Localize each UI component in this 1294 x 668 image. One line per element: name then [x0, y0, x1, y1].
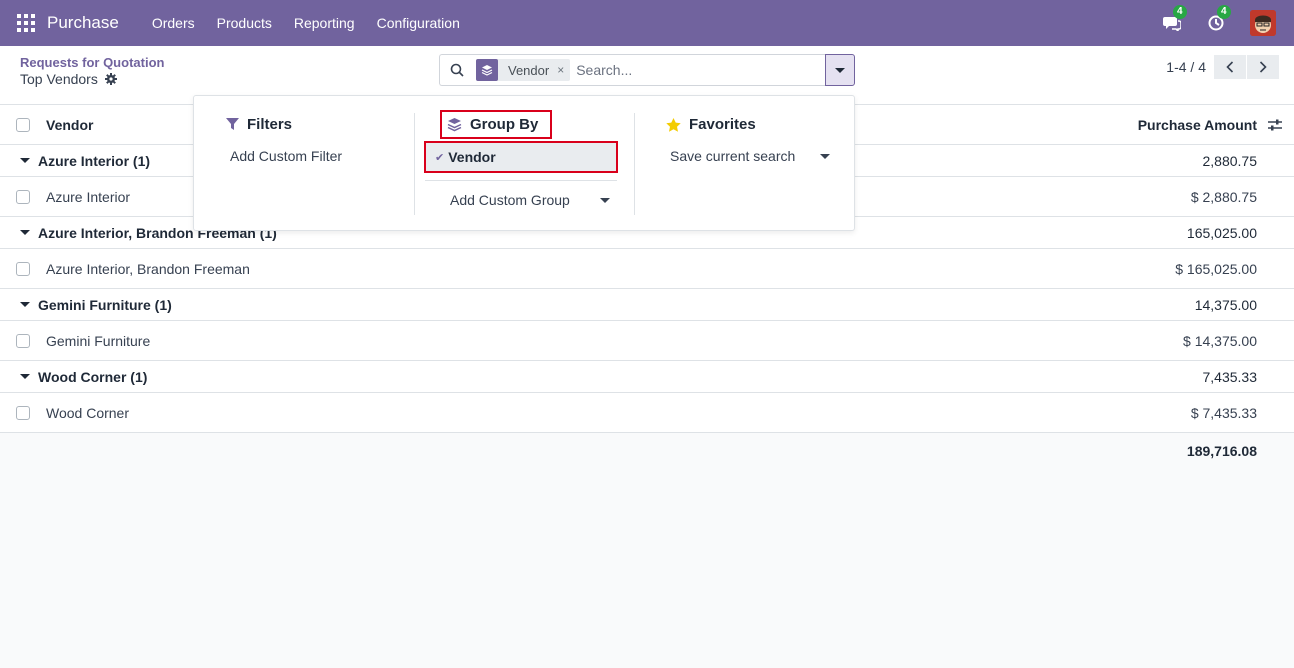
row-checkbox[interactable] — [16, 261, 30, 276]
search-panel-dropdown: Filters Add Custom Filter Group By ✔ Ven… — [193, 95, 855, 231]
pager-previous-button[interactable] — [1214, 55, 1246, 79]
search-input[interactable] — [576, 62, 807, 78]
caret-down-icon — [20, 302, 30, 307]
favorites-section-title: Favorites — [666, 116, 756, 133]
group-by-title: Group By — [470, 116, 539, 133]
cell-vendor: Wood Corner — [46, 404, 130, 421]
cell-purchase-amount: $ 165,025.00 — [1175, 260, 1257, 277]
breadcrumb-parent-link[interactable]: Requests for Quotation — [20, 55, 164, 70]
add-custom-group-label: Add Custom Group — [450, 192, 570, 208]
menu-reporting[interactable]: Reporting — [283, 15, 366, 31]
menu-configuration[interactable]: Configuration — [366, 15, 471, 31]
table-row[interactable]: Wood Corner $ 7,435.33 — [0, 393, 1294, 433]
cell-purchase-amount: $ 14,375.00 — [1183, 332, 1257, 349]
chevron-right-icon — [1259, 61, 1267, 73]
cell-purchase-amount: $ 2,880.75 — [1190, 188, 1257, 205]
grand-total: 189,716.08 — [1186, 443, 1257, 459]
group-total: 165,025.00 — [1186, 224, 1257, 241]
layers-icon — [476, 59, 498, 81]
favorites-title: Favorites — [689, 116, 756, 133]
facet-remove-icon[interactable]: × — [557, 63, 570, 77]
row-checkbox[interactable] — [16, 405, 30, 420]
table-row[interactable]: Gemini Furniture $ 14,375.00 — [0, 321, 1294, 361]
messages-count-badge: 4 — [1173, 5, 1187, 19]
filter-icon — [226, 118, 239, 130]
vendor-option-highlight — [424, 141, 618, 173]
group-total: 14,375.00 — [1194, 296, 1257, 313]
cell-vendor: Azure Interior — [46, 188, 131, 205]
save-current-search[interactable]: Save current search — [670, 148, 830, 164]
user-avatar[interactable] — [1250, 10, 1276, 36]
caret-down-icon — [20, 158, 30, 163]
save-current-search-label: Save current search — [670, 148, 796, 164]
app-brand[interactable]: Purchase — [47, 13, 119, 33]
top-navbar: Purchase Orders Products Reporting Confi… — [0, 0, 1294, 46]
add-custom-group-select[interactable]: Add Custom Group — [450, 192, 610, 208]
group-by-section-title: Group By — [447, 116, 538, 133]
optional-columns-icon[interactable] — [1268, 119, 1282, 131]
group-by-divider — [425, 180, 617, 181]
group-total: 2,880.75 — [1202, 152, 1258, 169]
search-facet-vendor: Vendor × — [476, 59, 571, 81]
chevron-left-icon — [1226, 61, 1234, 73]
cell-purchase-amount: $ 7,435.33 — [1190, 404, 1257, 421]
pager-buttons — [1214, 55, 1279, 79]
group-label: Azure Interior (1) — [38, 152, 151, 169]
apps-menu-icon[interactable] — [17, 14, 35, 32]
cell-vendor: Azure Interior, Brandon Freeman — [46, 260, 250, 277]
row-checkbox[interactable] — [16, 333, 30, 348]
group-total: 7,435.33 — [1202, 368, 1258, 385]
caret-down-icon — [820, 153, 830, 159]
main-menu: Orders Products Reporting Configuration — [141, 15, 471, 31]
menu-products[interactable]: Products — [206, 15, 283, 31]
caret-down-icon — [20, 374, 30, 379]
select-all-checkbox[interactable] — [16, 117, 30, 132]
search-bar: Vendor × — [439, 54, 826, 86]
group-row[interactable]: Gemini Furniture (1) 14,375.00 — [0, 289, 1294, 321]
group-label: Gemini Furniture (1) — [38, 296, 172, 313]
breadcrumb-current: Top Vendors — [20, 71, 117, 87]
messages-icon[interactable]: 4 — [1162, 5, 1187, 33]
add-custom-filter[interactable]: Add Custom Filter — [230, 148, 342, 164]
group-row[interactable]: Wood Corner (1) 7,435.33 — [0, 361, 1294, 393]
systray: 4 4 — [1162, 0, 1294, 46]
pager-value[interactable]: 1-4 / 4 — [1166, 59, 1206, 75]
search-options-toggle[interactable] — [825, 54, 855, 86]
row-checkbox[interactable] — [16, 189, 30, 204]
column-header-purchase-amount[interactable]: Purchase Amount — [1138, 117, 1257, 133]
table-row[interactable]: Azure Interior, Brandon Freeman $ 165,02… — [0, 249, 1294, 289]
filters-title: Filters — [247, 116, 293, 133]
activities-count-badge: 4 — [1217, 5, 1231, 19]
column-header-vendor[interactable]: Vendor — [46, 117, 93, 133]
page-title: Top Vendors — [20, 71, 98, 87]
layers-icon — [447, 118, 462, 132]
caret-down-icon — [20, 230, 30, 235]
menu-orders[interactable]: Orders — [141, 15, 206, 31]
list-footer: 189,716.08 — [0, 433, 1294, 469]
search-icon — [450, 63, 464, 77]
group-label: Wood Corner (1) — [38, 368, 148, 385]
caret-down-icon — [835, 67, 845, 73]
caret-down-icon — [600, 197, 610, 203]
facet-label: Vendor — [508, 62, 550, 78]
cell-vendor: Gemini Furniture — [46, 332, 151, 349]
gear-icon[interactable] — [104, 73, 117, 85]
activities-icon[interactable]: 4 — [1206, 5, 1231, 33]
star-icon — [666, 117, 681, 132]
pager-next-button[interactable] — [1247, 55, 1279, 79]
filters-section-title: Filters — [226, 116, 292, 133]
